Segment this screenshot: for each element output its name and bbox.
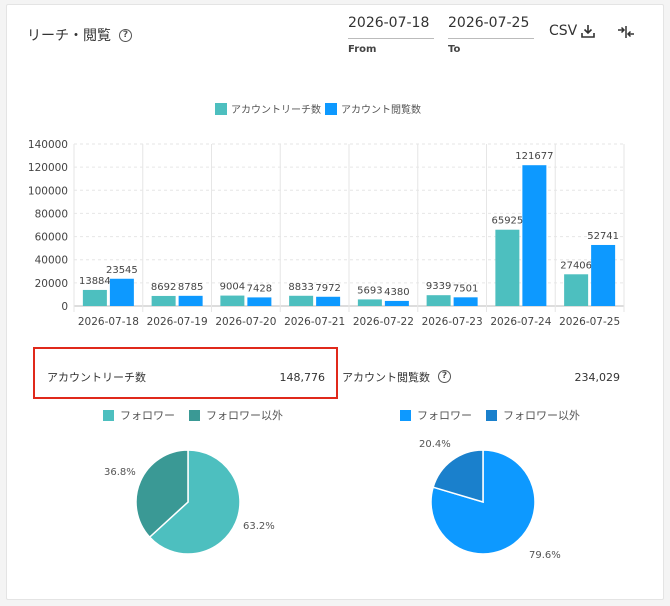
bar <box>220 295 245 306</box>
bar-value-label: 4380 <box>384 287 409 298</box>
to-date-input[interactable]: 2026-07-25 <box>448 13 534 39</box>
x-tick-label: 2026-07-18 <box>78 316 139 328</box>
bar <box>591 244 616 306</box>
x-tick-label: 2026-07-20 <box>215 316 276 328</box>
reach-total-value: 148,776 <box>279 370 326 384</box>
x-tick-label: 2026-07-24 <box>490 316 551 328</box>
help-icon[interactable]: ? <box>119 28 132 42</box>
y-tick-label: 40000 <box>35 255 68 267</box>
csv-button-label: CSV <box>549 23 578 39</box>
bar-chart: アカウントリーチ数 アカウント閲覧数 0 20000 40000 60000 80000 10… <box>28 103 625 328</box>
bar-value-label: 7501 <box>453 283 478 294</box>
legend-swatch-0 <box>215 103 227 115</box>
bar-value-label: 52741 <box>587 231 619 242</box>
reach-pie-legend-follower-text: フォロワー <box>120 409 175 422</box>
bar <box>426 295 451 306</box>
bar <box>109 278 134 306</box>
bar-value-label: 9339 <box>426 281 451 292</box>
views-pie-chart <box>430 449 536 555</box>
bar-value-label: 23545 <box>106 265 138 276</box>
reach-pie-legend-nonfollower-text: フォロワー以外 <box>206 409 283 422</box>
download-icon <box>581 25 596 38</box>
bar-value-label: 5693 <box>357 285 382 296</box>
y-tick-label: 140000 <box>28 139 68 151</box>
y-tick-label: 20000 <box>35 278 68 290</box>
reach-total-label: アカウントリーチ数 <box>47 371 146 384</box>
bar-value-label: 13884 <box>79 276 111 287</box>
y-tick-label: 0 <box>61 301 68 313</box>
views-total-row: アカウント閲覧数 ? 234,029 <box>342 355 632 399</box>
collapse-icon[interactable] <box>617 25 635 39</box>
reach-pie-chart <box>135 449 241 555</box>
bar <box>247 297 272 306</box>
x-tick-label: 2026-07-23 <box>422 316 483 328</box>
views-follower-pct: 79.6% <box>529 550 561 561</box>
x-tick-label: 2026-07-21 <box>284 316 345 328</box>
views-total-value: 234,029 <box>574 370 621 384</box>
from-date-input[interactable]: 2026-07-18 <box>348 13 434 39</box>
bar-value-label: 27406 <box>560 260 592 271</box>
bar <box>495 229 520 306</box>
views-help-icon[interactable]: ? <box>438 369 451 383</box>
bar-value-label: 65925 <box>491 216 523 227</box>
bar-value-label: 7428 <box>247 283 272 294</box>
bar <box>178 295 203 306</box>
bar <box>564 274 589 306</box>
bar <box>522 165 547 306</box>
bar <box>151 295 176 306</box>
from-date-label: From <box>348 44 377 55</box>
reach-nonfollower-pct: 36.8% <box>104 467 136 478</box>
card-title: リーチ・閲覧? <box>27 25 132 45</box>
views-nonfollower-pct: 20.4% <box>419 439 451 450</box>
legend-label-0: アカウントリーチ数 <box>231 103 321 116</box>
to-date-field[interactable]: 2026-07-25 To <box>448 13 534 55</box>
legend-label-1: アカウント閲覧数 <box>341 103 421 116</box>
reach-views-card: リーチ・閲覧? 2026-07-18 From 2026-07-25 To CS… <box>6 4 664 600</box>
bar <box>82 289 107 306</box>
bar-value-label: 121677 <box>515 151 553 162</box>
bar-value-label: 8833 <box>288 282 313 293</box>
from-date-field[interactable]: 2026-07-18 From <box>348 13 434 55</box>
reach-pie-legend: フォロワー フォロワー以外 <box>103 407 297 423</box>
reach-pie-legend-follower[interactable]: フォロワー <box>103 407 175 423</box>
y-tick-label: 80000 <box>35 208 68 220</box>
views-total-label: アカウント閲覧数 <box>342 371 430 384</box>
y-tick-label: 120000 <box>28 162 68 174</box>
bar <box>453 297 478 306</box>
x-tick-label: 2026-07-25 <box>559 316 620 328</box>
bar <box>384 300 409 306</box>
x-tick-label: 2026-07-19 <box>147 316 208 328</box>
bar <box>316 296 341 306</box>
y-tick-label: 100000 <box>28 185 68 197</box>
views-pie-legend-nonfollower[interactable]: フォロワー以外 <box>486 407 580 423</box>
bar <box>289 295 314 306</box>
bar-value-label: 8692 <box>151 282 176 293</box>
bar-value-label: 7972 <box>315 283 340 294</box>
views-pie-legend-follower[interactable]: フォロワー <box>400 407 472 423</box>
card-title-text: リーチ・閲覧 <box>27 28 111 44</box>
y-tick-label: 60000 <box>35 232 68 244</box>
views-pie-legend-follower-text: フォロワー <box>417 409 472 422</box>
to-date-label: To <box>448 44 461 55</box>
reach-total-row: アカウントリーチ数 148,776 <box>47 355 337 399</box>
bar <box>357 299 382 306</box>
x-tick-label: 2026-07-22 <box>353 316 414 328</box>
bar-value-label: 8785 <box>178 282 203 293</box>
views-pie-legend: フォロワー フォロワー以外 <box>400 407 594 423</box>
views-pie-legend-nonfollower-text: フォロワー以外 <box>503 409 580 422</box>
csv-download-button[interactable]: CSV <box>549 23 596 39</box>
reach-pie-legend-nonfollower[interactable]: フォロワー以外 <box>189 407 283 423</box>
reach-follower-pct: 63.2% <box>243 521 275 532</box>
bar-value-label: 9004 <box>220 282 245 293</box>
legend-swatch-1 <box>325 103 337 115</box>
